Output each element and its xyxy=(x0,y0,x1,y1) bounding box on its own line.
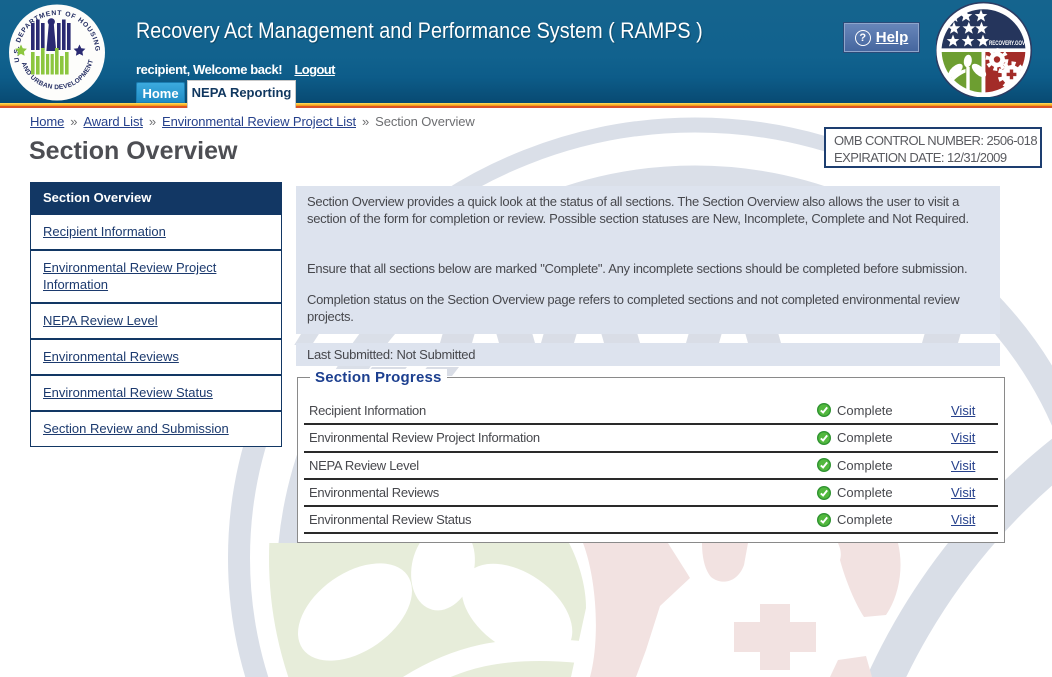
svg-text:RECOVERY.GOV: RECOVERY.GOV xyxy=(989,41,1025,47)
